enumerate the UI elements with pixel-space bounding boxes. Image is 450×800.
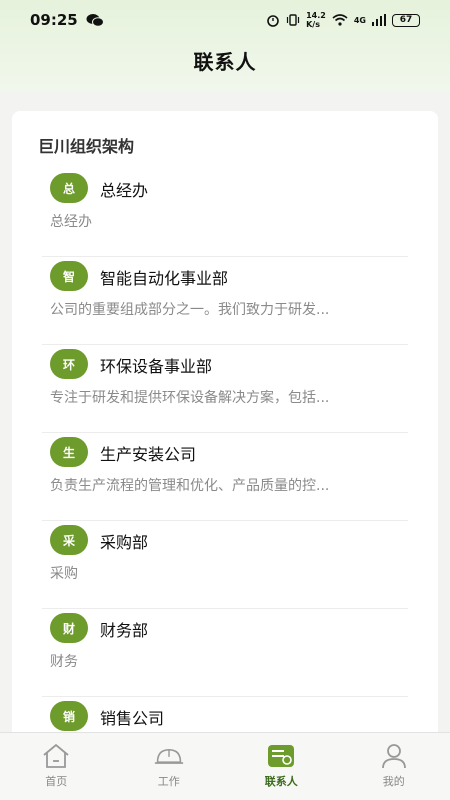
department-item[interactable]: 采 采购部 采购 — [42, 521, 408, 609]
tab-bar: 首页 工作 联系人 我的 — [0, 732, 450, 800]
department-avatar: 智 — [50, 261, 88, 291]
department-avatar: 总 — [50, 173, 88, 203]
department-desc: 总经办 — [50, 214, 92, 230]
tab-label: 我的 — [382, 775, 405, 788]
tab-profile[interactable]: 我的 — [338, 733, 450, 800]
department-item[interactable]: 总 总经办 总经办 — [42, 169, 408, 257]
network-speed: 14.2 K/s — [306, 11, 326, 29]
department-desc: 公司的重要组成部分之一。我们致力于研发... — [50, 302, 330, 318]
department-list: 总 总经办 总经办 智 智能自动化事业部 公司的重要组成部分之一。我们致力于研发… — [42, 169, 408, 751]
department-name: 环保设备事业部 — [100, 357, 213, 376]
helmet-icon — [154, 749, 183, 764]
department-avatar: 生 — [50, 437, 88, 467]
department-avatar: 财 — [50, 613, 88, 643]
vibrate-icon — [287, 14, 300, 26]
tab-work[interactable]: 工作 — [113, 733, 226, 800]
department-avatar: 销 — [50, 701, 88, 731]
page-title: 联系人 — [193, 50, 257, 74]
battery-icon: 67 — [392, 13, 420, 27]
department-desc: 专注于研发和提供环保设备解决方案，包括... — [50, 390, 330, 406]
wechat-icon — [86, 14, 104, 27]
department-name: 销售公司 — [100, 709, 165, 728]
department-desc: 财务 — [50, 654, 78, 670]
org-card: 巨川组织架构 总 总经办 总经办 智 智能自动化事业部 公司的重要组成部分之一。… — [12, 111, 438, 751]
department-name: 生产安装公司 — [100, 445, 197, 464]
tab-home[interactable]: 首页 — [0, 733, 113, 800]
tab-label: 首页 — [45, 775, 68, 788]
home-icon — [43, 743, 69, 768]
tab-label: 工作 — [157, 775, 180, 788]
wifi-icon — [332, 14, 348, 26]
org-title: 巨川组织架构 — [38, 137, 135, 156]
department-avatar: 环 — [50, 349, 88, 379]
tab-label: 联系人 — [264, 775, 298, 788]
signal-icon — [372, 14, 386, 26]
department-item[interactable]: 环 环保设备事业部 专注于研发和提供环保设备解决方案，包括... — [42, 345, 408, 433]
header: 09:25 14.2 K/s 4G 67 联系人 — [0, 0, 450, 92]
contacts-icon — [268, 745, 295, 767]
department-name: 采购部 — [100, 533, 149, 552]
department-avatar: 采 — [50, 525, 88, 555]
status-bar: 09:25 14.2 K/s 4G 67 — [0, 0, 450, 40]
department-name: 智能自动化事业部 — [100, 269, 229, 288]
user-icon — [381, 744, 406, 769]
department-name: 财务部 — [100, 621, 149, 640]
status-time: 09:25 — [30, 11, 78, 29]
tab-contacts[interactable]: 联系人 — [225, 733, 338, 800]
network-type: 4G — [353, 15, 366, 25]
department-desc: 负责生产流程的管理和优化、产品质量的控... — [50, 478, 330, 494]
alarm-icon — [267, 15, 279, 27]
department-item[interactable]: 财 财务部 财务 — [42, 609, 408, 697]
department-desc: 采购 — [50, 566, 78, 582]
department-item[interactable]: 生 生产安装公司 负责生产流程的管理和优化、产品质量的控... — [42, 433, 408, 521]
department-item[interactable]: 智 智能自动化事业部 公司的重要组成部分之一。我们致力于研发... — [42, 257, 408, 345]
department-name: 总经办 — [100, 181, 149, 200]
